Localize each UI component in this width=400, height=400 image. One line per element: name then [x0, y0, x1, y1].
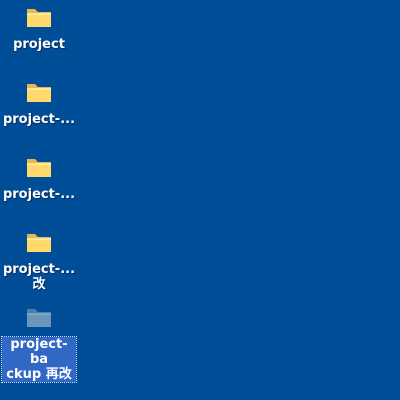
folder-icon — [27, 234, 51, 252]
folder-icon — [27, 159, 51, 177]
desktop-icon-label: project — [13, 37, 65, 52]
desktop-icon-label: project-ba ckup 再改 — [1, 336, 77, 383]
desktop-icon-label: project-... — [2, 187, 76, 202]
desktop-icon-project-backup-selected[interactable]: project-ba ckup 再改 — [0, 304, 78, 383]
desktop-icon-label: project-... 改 — [2, 262, 76, 292]
desktop-icon-project[interactable]: project — [0, 4, 78, 52]
folder-icon — [27, 9, 51, 27]
desktop-icon-project-3[interactable]: project-... — [0, 154, 78, 202]
desktop-icon-label: project-... — [2, 112, 76, 127]
desktop-icon-project-2[interactable]: project-... — [0, 79, 78, 127]
desktop[interactable]: project project-... project-... project-… — [0, 0, 400, 400]
folder-icon — [27, 84, 51, 102]
desktop-icon-project-4[interactable]: project-... 改 — [0, 229, 78, 292]
folder-icon — [27, 309, 51, 327]
